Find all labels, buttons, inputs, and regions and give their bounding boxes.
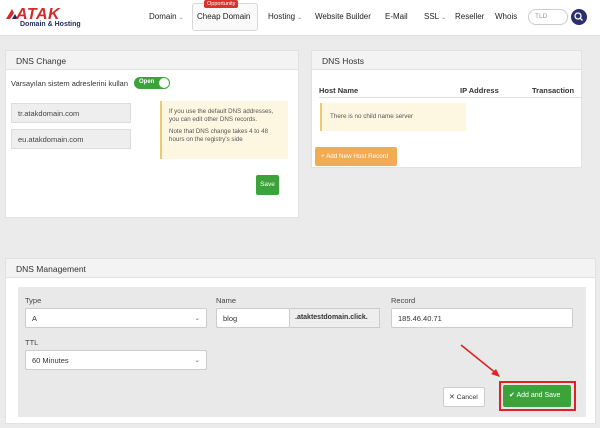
domain-suffix: .ataktestdomain.click.	[290, 308, 380, 328]
logo-tagline: Domain & Hosting	[20, 21, 81, 28]
nav-hosting[interactable]: Hosting ⌄	[268, 12, 302, 21]
cancel-label: Cancel	[456, 394, 478, 401]
check-icon: ✔	[509, 392, 515, 399]
nameserver-2-field[interactable]: eu.atakdomain.com	[11, 129, 131, 149]
chevron-down-icon: ⌄	[178, 15, 184, 21]
default-dns-label: Varsayılan sistem adreslerini kullan	[11, 79, 128, 88]
chevron-down-icon: ⌄	[441, 15, 447, 21]
type-select[interactable]: A ⌄	[25, 308, 207, 328]
dns-info-text-2: Note that DNS change takes 4 to 48 hours…	[169, 127, 269, 144]
tld-search-input[interactable]: TLD	[528, 9, 568, 25]
table-divider	[319, 97, 583, 98]
record-label: Record	[391, 296, 416, 305]
save-button[interactable]: Save	[256, 175, 279, 195]
add-and-save-label: Add and Save	[516, 392, 561, 399]
dns-info-text-1: If you use the default DNS addresses, yo…	[169, 108, 274, 124]
annotation-arrow-icon	[460, 344, 500, 377]
ttl-select-value: 60 Minutes	[32, 356, 69, 365]
nameserver-1-field[interactable]: tr.atakdomain.com	[11, 103, 131, 123]
chevron-down-icon: ⌄	[194, 357, 200, 364]
cancel-button[interactable]: ✕ Cancel	[443, 387, 485, 407]
type-select-value: A	[32, 314, 38, 323]
add-host-record-button[interactable]: + Add New Host Record	[315, 147, 397, 166]
toggle-label: Open	[139, 79, 155, 85]
col-transaction: Transaction	[532, 86, 575, 95]
top-navigation-bar: ATAK Domain & Hosting Opportunity Domain…	[0, 0, 600, 36]
opportunity-badge: Opportunity	[204, 0, 239, 8]
search-icon	[574, 12, 583, 21]
nav-cheap-domain[interactable]: Cheap Domain	[197, 12, 250, 21]
type-label: Type	[25, 296, 42, 305]
close-icon: ✕	[449, 394, 455, 401]
dns-hosts-panel: DNS Hosts Host Name IP Address Transacti…	[311, 50, 583, 168]
atak-logo[interactable]: ATAK Domain & Hosting	[6, 6, 114, 32]
ttl-label: TTL	[25, 338, 39, 347]
dns-change-panel: DNS Change Varsayılan sistem adreslerini…	[5, 50, 299, 218]
name-label: Name	[216, 296, 237, 305]
nav-whois[interactable]: Whois	[495, 12, 517, 21]
search-button[interactable]	[571, 9, 587, 25]
empty-hosts-message: There is no child name server	[320, 103, 466, 131]
add-and-save-button[interactable]: ✔ Add and Save	[503, 385, 571, 407]
record-input[interactable]: 185.46.40.71	[391, 308, 573, 328]
default-dns-toggle[interactable]: Open	[134, 77, 170, 89]
col-host-name: Host Name	[319, 86, 359, 95]
col-ip-address: IP Address	[460, 86, 499, 95]
dns-info-alert: If you use the default DNS addresses, yo…	[160, 101, 288, 159]
dns-management-title: DNS Management	[6, 259, 595, 278]
chevron-down-icon: ⌄	[194, 315, 200, 322]
toggle-knob	[159, 78, 169, 88]
nav-domain[interactable]: Domain ⌄	[149, 12, 184, 21]
nav-website-builder[interactable]: Website Builder	[315, 12, 371, 21]
dns-change-title: DNS Change	[6, 51, 298, 70]
ttl-select[interactable]: 60 Minutes ⌄	[25, 350, 207, 370]
nav-email[interactable]: E-Mail	[385, 12, 408, 21]
chevron-down-icon: ⌄	[297, 15, 303, 21]
nav-reseller[interactable]: Reseller	[455, 12, 484, 21]
dns-hosts-title: DNS Hosts	[312, 51, 581, 70]
name-input[interactable]: blog	[216, 308, 290, 328]
nav-ssl[interactable]: SSL ⌄	[424, 12, 446, 21]
